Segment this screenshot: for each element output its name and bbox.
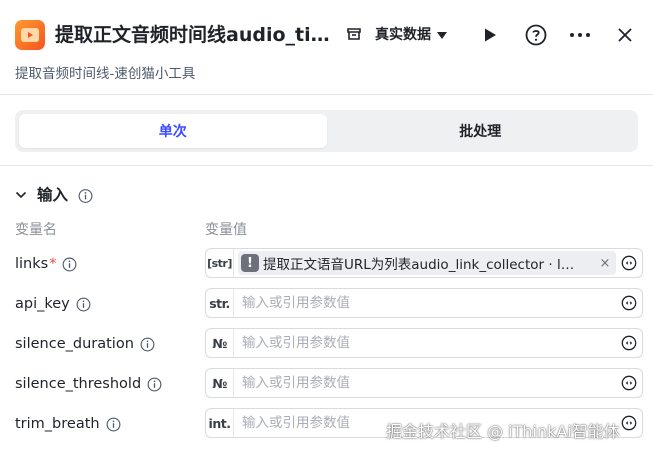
param-label: api_key: [15, 292, 91, 316]
info-icon[interactable]: [78, 188, 93, 203]
field-placeholder: 输入或引用参数值: [242, 295, 350, 311]
type-badge: [str]: [206, 249, 234, 277]
more-icon: [570, 33, 590, 37]
reference-chip[interactable]: ! 提取正文语音URL为列表audio_link_collector · l… …: [238, 251, 616, 275]
warning-icon: !: [241, 254, 259, 272]
param-row-links: links * [str] ! 提取正文语音URL为列表audio_link_co…: [0, 248, 653, 280]
param-label: silence_duration: [15, 332, 155, 356]
type-badge: №: [206, 329, 234, 357]
param-name: silence_threshold: [15, 376, 142, 392]
chevron-down-icon[interactable]: [15, 189, 27, 201]
more-button[interactable]: [567, 22, 593, 48]
silence-threshold-field[interactable]: № 输入或引用参数值: [205, 368, 643, 398]
help-icon: [525, 24, 547, 46]
field-placeholder: 输入或引用参数值: [242, 335, 350, 351]
column-header-name: 变量名: [15, 222, 57, 238]
data-mode-select[interactable]: 真实数据: [375, 25, 447, 45]
chevron-down-icon: [437, 31, 447, 39]
info-icon[interactable]: [62, 257, 77, 272]
field-placeholder: 输入或引用参数值: [242, 375, 350, 391]
reference-icon[interactable]: [621, 255, 637, 271]
column-header-value: 变量值: [205, 222, 247, 238]
data-mode-label: 真实数据: [375, 27, 431, 43]
param-name: silence_duration: [15, 336, 134, 352]
info-icon[interactable]: [147, 377, 162, 392]
info-icon[interactable]: [76, 297, 91, 312]
info-icon[interactable]: [106, 417, 121, 432]
mode-tabs: 单次 批处理: [15, 110, 638, 152]
close-icon: [618, 28, 632, 42]
run-button[interactable]: [477, 22, 503, 48]
node-header: 提取正文音频时间线audio_ti… 真实数据: [0, 0, 653, 62]
help-button[interactable]: [523, 22, 549, 48]
param-row-api-key: api_key str. 输入或引用参数值: [0, 288, 653, 320]
chip-remove-icon[interactable]: ×: [598, 256, 612, 271]
required-mark: *: [49, 256, 57, 272]
reference-chip-label: 提取正文语音URL为列表audio_link_collector · l…: [263, 257, 575, 273]
param-name: trim_breath: [15, 416, 100, 432]
app-logo-icon: [15, 20, 45, 50]
data-source-icon[interactable]: [345, 25, 363, 43]
reference-icon[interactable]: [621, 415, 637, 431]
param-label: silence_threshold: [15, 372, 162, 396]
type-badge: str.: [206, 289, 234, 317]
input-section-header[interactable]: 输入: [15, 183, 93, 207]
param-label: trim_breath: [15, 412, 121, 436]
tab-batch[interactable]: 批处理: [327, 114, 635, 148]
node-description: 提取音频时间线-速创猫小工具: [15, 66, 196, 82]
divider: [0, 165, 653, 166]
reference-icon[interactable]: [621, 335, 637, 351]
reference-icon[interactable]: [621, 295, 637, 311]
reference-icon[interactable]: [621, 375, 637, 391]
param-label: links *: [15, 252, 77, 276]
param-row-silence-duration: silence_duration № 输入或引用参数值: [0, 328, 653, 360]
node-title: 提取正文音频时间线audio_ti…: [55, 24, 330, 46]
run-icon: [485, 28, 496, 42]
info-icon[interactable]: [140, 337, 155, 352]
type-badge: int.: [206, 409, 234, 437]
close-button[interactable]: [612, 22, 638, 48]
watermark: 掘金技术社区 @ iThinkAi智能体: [386, 422, 620, 441]
input-section-title: 输入: [37, 186, 69, 204]
param-name: links: [15, 256, 49, 272]
param-name: api_key: [15, 296, 70, 312]
silence-duration-field[interactable]: № 输入或引用参数值: [205, 328, 643, 358]
param-row-silence-threshold: silence_threshold № 输入或引用参数值: [0, 368, 653, 400]
tab-single[interactable]: 单次: [19, 114, 327, 148]
field-placeholder: 输入或引用参数值: [242, 415, 350, 431]
api-key-field[interactable]: str. 输入或引用参数值: [205, 288, 643, 318]
links-field[interactable]: [str] ! 提取正文语音URL为列表audio_link_collector…: [205, 248, 643, 278]
divider: [0, 94, 653, 95]
type-badge: №: [206, 369, 234, 397]
